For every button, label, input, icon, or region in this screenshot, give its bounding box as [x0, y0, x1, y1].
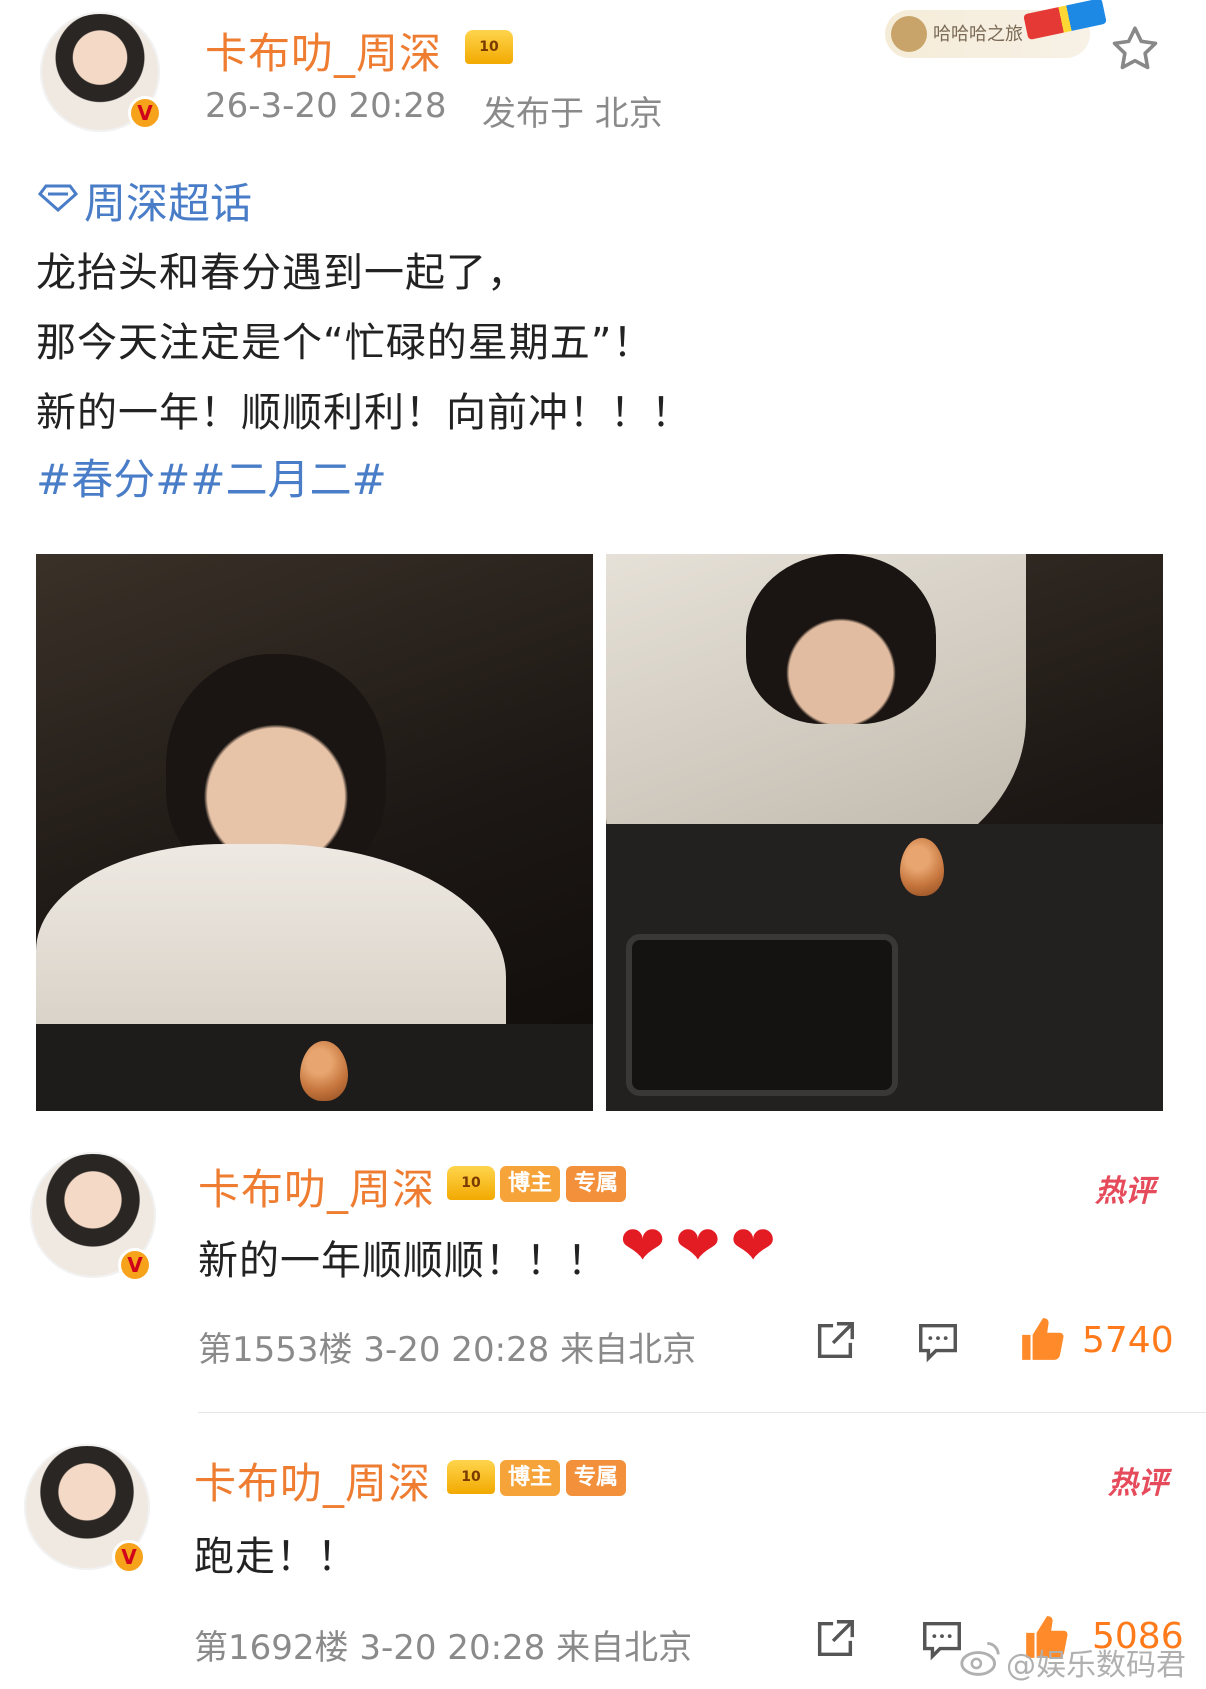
- weibo-logo-icon: [958, 1638, 1002, 1682]
- comment-author[interactable]: 卡布叻_周深: [194, 1450, 431, 1511]
- heart-emojis: ❤❤❤: [620, 1214, 786, 1277]
- crown-badge-icon: 10: [447, 1166, 495, 1200]
- post-hashtags[interactable]: #春分##二月二#: [36, 446, 387, 507]
- comment-author[interactable]: 卡布叻_周深: [198, 1156, 435, 1217]
- comment-floor-meta: 第1553楼 3-20 20:28 来自北京: [198, 1330, 697, 1370]
- egg: [900, 838, 944, 896]
- event-badge: 哈哈哈之旅: [885, 0, 1107, 58]
- crown-badge-icon: 10: [447, 1460, 495, 1494]
- share-icon[interactable]: [812, 1616, 858, 1666]
- comment-divider: [198, 1412, 1206, 1413]
- verified-icon: V: [128, 96, 162, 130]
- diamond-icon: [37, 184, 79, 216]
- comment-icon[interactable]: [914, 1318, 962, 1368]
- exclusive-tag: 专属: [566, 1460, 627, 1496]
- post-photo-1[interactable]: [36, 554, 593, 1111]
- author-name[interactable]: 卡布叻_周深: [205, 20, 442, 81]
- exclusive-tag: 专属: [566, 1166, 627, 1202]
- photo-subject: [746, 554, 936, 724]
- event-badge-label: 哈哈哈之旅: [933, 24, 1023, 45]
- blogger-tag: 博主: [500, 1166, 561, 1202]
- verified-icon: V: [112, 1540, 146, 1574]
- like-icon[interactable]: [1018, 1314, 1068, 1368]
- post-line-1: 龙抬头和春分遇到一起了，: [36, 250, 528, 296]
- post-line-2: 那今天注定是个“忙碌的星期五”！: [36, 320, 654, 366]
- comment-text: 跑走！！: [194, 1534, 358, 1580]
- post-line-3: 新的一年！顺顺利利！向前冲！！！: [36, 390, 692, 436]
- hot-comment-label: 热评: [1108, 1466, 1168, 1501]
- verified-icon: V: [118, 1248, 152, 1282]
- post-location: 发布于 北京: [482, 94, 663, 134]
- comment-text: 新的一年顺顺顺！！！: [198, 1238, 608, 1284]
- hot-comment-label: 热评: [1095, 1174, 1155, 1209]
- favorite-star-icon[interactable]: [1108, 22, 1162, 80]
- photo-recess: [626, 934, 898, 1096]
- topic-label: 周深超话: [84, 179, 253, 228]
- share-icon[interactable]: [812, 1318, 858, 1368]
- like-count: 5740: [1082, 1320, 1174, 1361]
- blogger-tag: 博主: [500, 1460, 561, 1496]
- 3d-glasses-icon: [1023, 0, 1107, 41]
- post-timestamp: 26-3-20 20:28: [205, 86, 447, 126]
- egg: [300, 1041, 348, 1101]
- event-badge-icon: [891, 16, 927, 52]
- crown-badge-icon: 10: [465, 30, 513, 64]
- comment-floor-meta: 第1692楼 3-20 20:28 来自北京: [194, 1628, 693, 1668]
- post-photo-2[interactable]: [606, 554, 1163, 1111]
- watermark-text: @娱乐数码君: [1006, 1648, 1186, 1683]
